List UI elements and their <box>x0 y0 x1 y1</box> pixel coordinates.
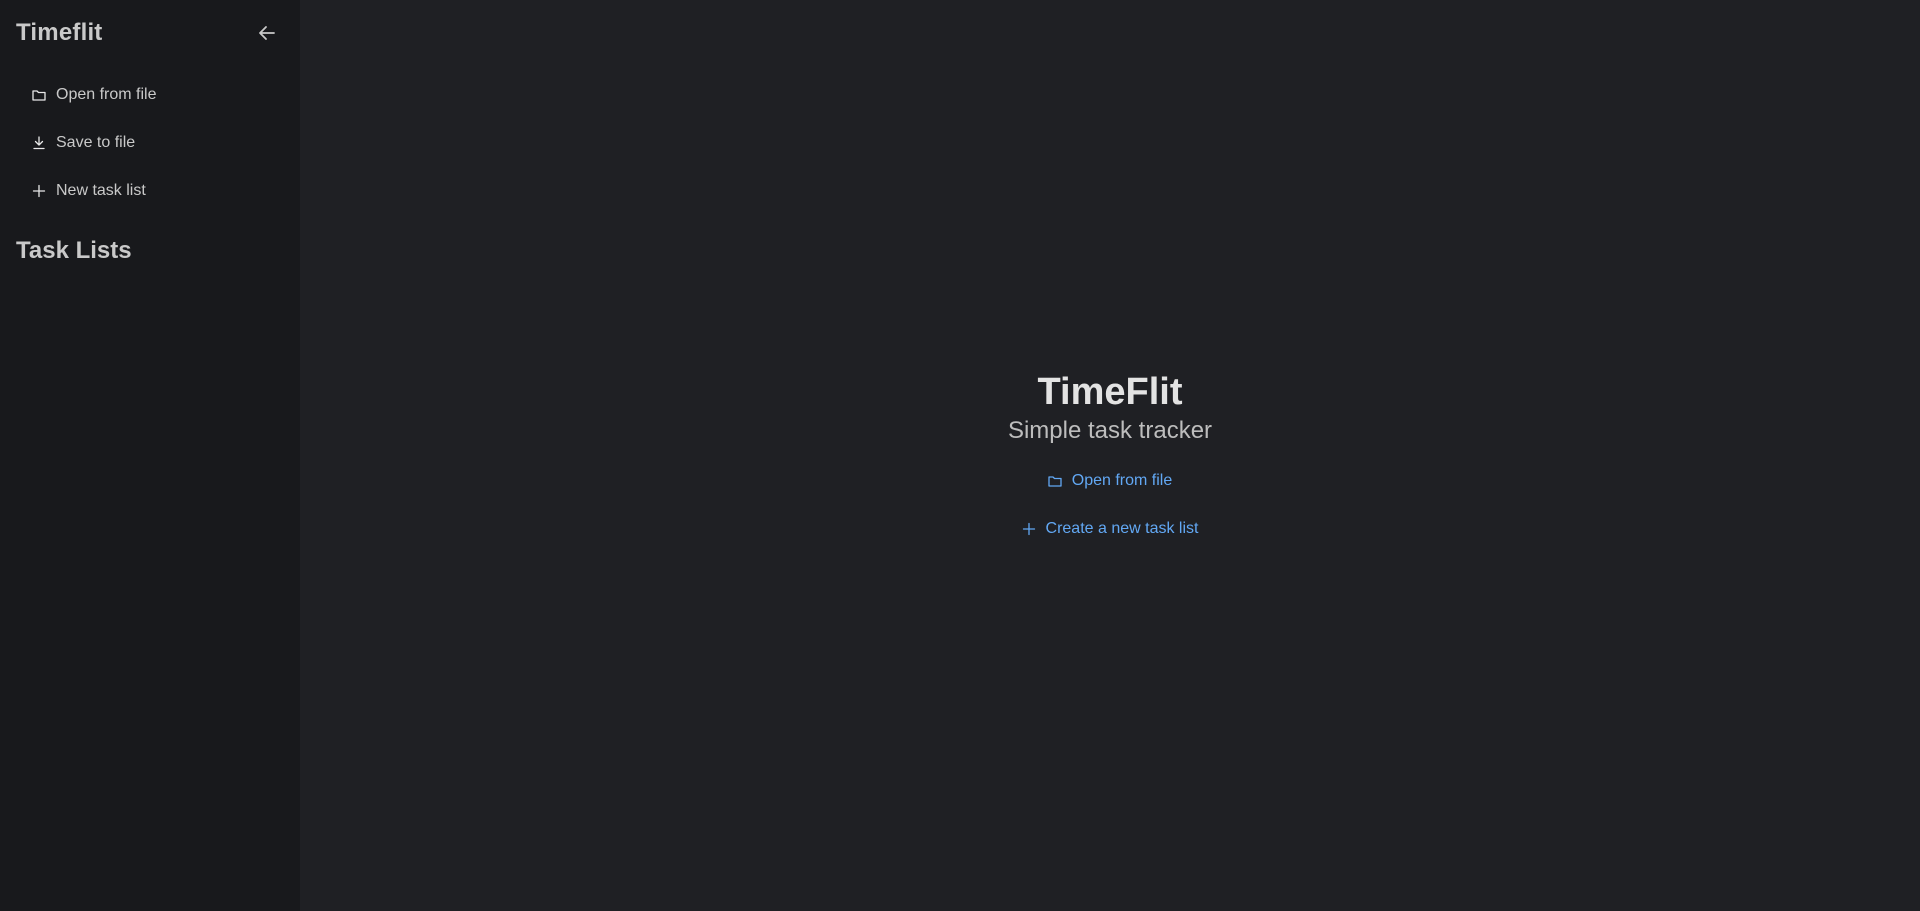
open-from-file-label: Open from file <box>1071 472 1173 489</box>
sidebar-header: Timeflit <box>0 0 300 47</box>
folder-icon <box>1048 474 1062 488</box>
sidebar-item-label: Open from file <box>56 86 157 103</box>
welcome-panel: TimeFlit Simple task tracker Open from f… <box>300 369 1920 553</box>
page-title: TimeFlit <box>1037 371 1183 413</box>
task-lists-heading: Task Lists <box>16 237 132 264</box>
collapse-sidebar-button[interactable] <box>254 20 280 46</box>
arrow-left-icon <box>259 26 275 40</box>
sidebar-item-open-from-file[interactable]: Open from file <box>0 71 300 119</box>
sidebar-item-label: New task list <box>56 182 146 199</box>
welcome-actions: Open from file Create a new task list <box>1022 457 1199 553</box>
plus-icon <box>1022 522 1036 536</box>
sidebar: Timeflit Open from file Save to file New… <box>0 0 300 911</box>
plus-icon <box>32 184 46 198</box>
open-from-file-link[interactable]: Open from file <box>1048 457 1172 505</box>
page-subtitle: Simple task tracker <box>1007 417 1213 444</box>
sidebar-item-new-task-list[interactable]: New task list <box>0 167 300 215</box>
sidebar-nav: Open from file Save to file New task lis… <box>0 71 300 215</box>
create-task-list-link[interactable]: Create a new task list <box>1022 505 1199 553</box>
download-icon <box>32 136 46 150</box>
app-root: Timeflit Open from file Save to file New… <box>0 0 1920 911</box>
main-content: TimeFlit Simple task tracker Open from f… <box>300 0 1920 911</box>
sidebar-item-save-to-file[interactable]: Save to file <box>0 119 300 167</box>
create-task-list-label: Create a new task list <box>1045 520 1199 537</box>
app-title: Timeflit <box>16 19 103 46</box>
sidebar-item-label: Save to file <box>56 134 136 151</box>
folder-icon <box>32 88 46 102</box>
